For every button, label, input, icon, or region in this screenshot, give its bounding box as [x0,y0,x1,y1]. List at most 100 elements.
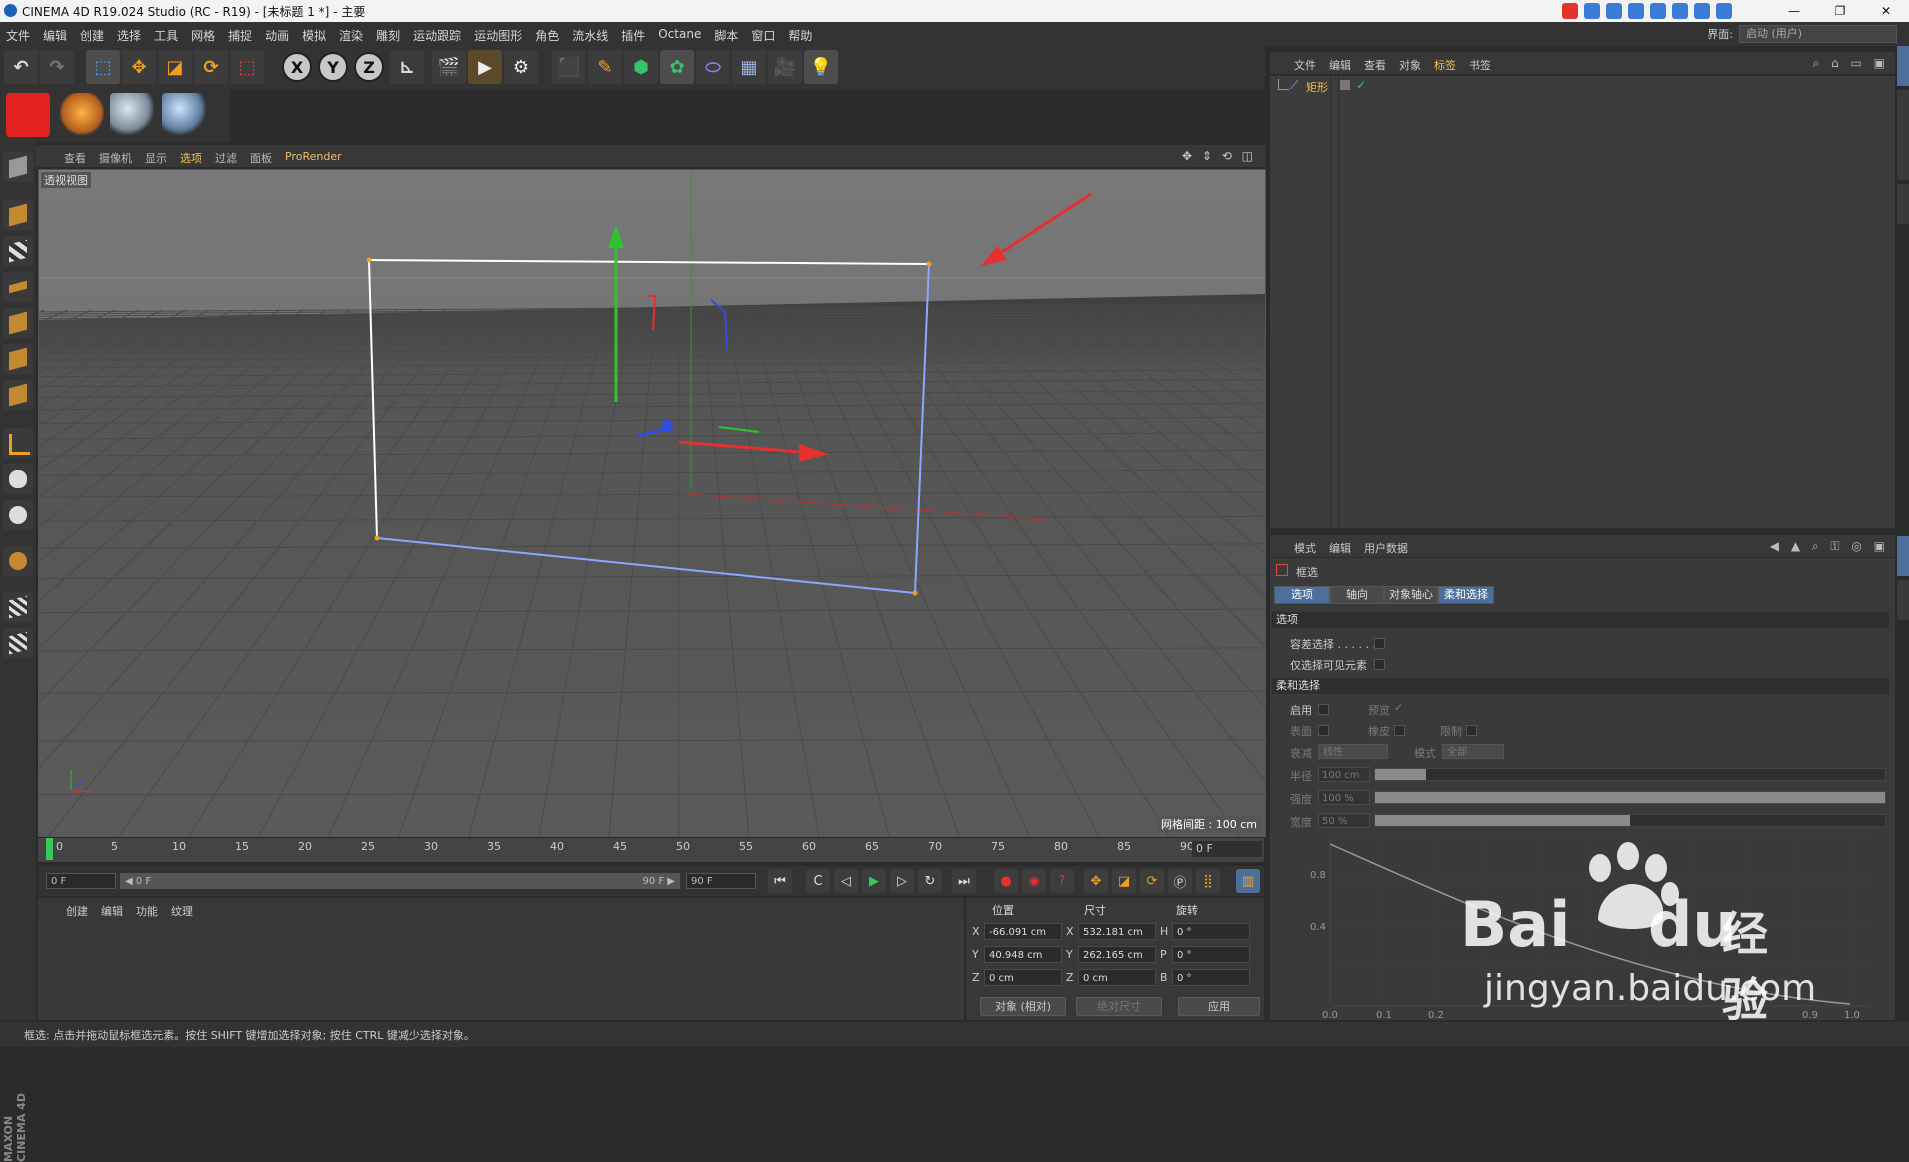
minimize-button[interactable]: — [1771,0,1817,22]
ime-mode-icon[interactable] [1584,3,1600,19]
render-settings-icon[interactable]: ⚙ [504,50,538,84]
menu-motion-tracking[interactable]: 运动跟踪 [413,27,461,44]
render-picture-viewer-icon[interactable]: ▶ [468,50,502,84]
keyframe-selection-icon[interactable]: ? [1050,869,1074,893]
attr-menu-mode[interactable]: 模式 [1294,540,1316,556]
width-field[interactable]: 50 % [1318,813,1370,828]
material-menu-function[interactable]: 功能 [136,903,158,919]
x-axis-lock-button[interactable]: X [282,52,312,82]
restrict-checkbox[interactable] [1466,725,1477,736]
record-active-objects-icon[interactable]: ● [994,869,1018,893]
menu-simulate[interactable]: 模拟 [302,27,326,44]
tab-soft-selection[interactable]: 柔和选择 [1438,586,1494,604]
edges-mode-icon[interactable] [3,344,33,374]
enable-checkbox[interactable] [1318,704,1329,715]
menu-select[interactable]: 选择 [117,27,141,44]
timeline-playhead[interactable] [46,838,53,860]
object-manager-header-icons[interactable]: ⌕ ⌂ ▭ ▣ [1813,56,1889,71]
coordinate-mode-select[interactable]: 对象 (相对) [980,997,1066,1016]
object-manager-list[interactable]: ⟋ 矩形 ✓ [1270,76,1895,528]
size-z-field[interactable]: 0 cm [1078,969,1156,986]
undo-icon[interactable]: ↶ [4,50,38,84]
strength-slider[interactable] [1374,791,1886,804]
locked-workplane-icon[interactable] [3,592,33,622]
points-mode-icon[interactable] [3,308,33,338]
menu-mesh[interactable]: 网格 [191,27,215,44]
side-tab-layers[interactable] [1897,580,1909,620]
octane-material-icon[interactable] [60,93,104,137]
key-parameter-icon[interactable]: Ⓟ [1168,869,1192,893]
viewport-menu-view[interactable]: 查看 [64,150,86,166]
axis-mode-icon[interactable] [3,428,33,458]
menu-render[interactable]: 渲染 [339,27,363,44]
menu-octane[interactable]: Octane [658,27,701,44]
go-to-end-icon[interactable]: ⏭ [952,869,976,893]
light-icon[interactable]: 💡 [804,50,838,84]
tab-object-axis[interactable]: 对象轴心 [1384,586,1438,604]
layout-select[interactable]: 启动 (用户) [1739,25,1897,43]
apply-button[interactable]: 应用 [1178,997,1260,1016]
tweak-mode-icon[interactable] [3,464,33,494]
menu-mograph[interactable]: 运动图形 [474,27,522,44]
floor-icon[interactable]: ▦ [732,50,766,84]
position-x-field[interactable]: -66.091 cm [984,923,1062,940]
rubber-checkbox[interactable] [1394,725,1405,736]
object-menu-objects[interactable]: 对象 [1399,57,1421,73]
polygons-mode-icon[interactable] [3,380,33,410]
go-to-start-icon[interactable]: ⏮ [768,869,792,893]
cube-object-icon[interactable]: ⬛ [552,50,586,84]
preview-checkbox[interactable]: ✓ [1394,701,1403,714]
size-x-field[interactable]: 532.181 cm [1078,923,1156,940]
side-tab-structure[interactable] [1897,184,1909,224]
menu-pipeline[interactable]: 流水线 [572,27,608,44]
move-tool-icon[interactable]: ✥ [122,50,156,84]
make-editable-icon[interactable] [3,152,33,182]
viewport-menu-camera[interactable]: 摄像机 [99,150,132,166]
side-tab-objects[interactable] [1897,46,1909,86]
keyboard-icon[interactable] [1672,3,1688,19]
redo-icon[interactable]: ↷ [40,50,74,84]
tab-axis[interactable]: 轴向 [1330,586,1384,604]
attr-menu-edit[interactable]: 编辑 [1329,540,1351,556]
object-menu-tags[interactable]: 标签 [1434,57,1456,73]
menu-tools[interactable]: 工具 [154,27,178,44]
emoji-icon[interactable] [1628,3,1644,19]
radius-slider[interactable] [1374,768,1886,781]
key-position-icon[interactable]: ✥ [1084,869,1108,893]
strength-field[interactable]: 100 % [1318,790,1370,805]
rotation-b-field[interactable]: 0 ° [1172,969,1250,986]
visibility-dots-icon[interactable] [1340,80,1350,90]
frame-range-slider[interactable]: ◀ 0 F 90 F ▶ [120,873,680,889]
cloner-icon[interactable]: ✿ [660,50,694,84]
coordinate-system-icon[interactable]: ⊾ [390,50,424,84]
model-mode-icon[interactable] [3,200,33,230]
mic-icon[interactable] [1650,3,1666,19]
viewport-menu-filter[interactable]: 过滤 [215,150,237,166]
menu-help[interactable]: 帮助 [788,27,812,44]
deformer-icon[interactable]: ⬭ [696,50,730,84]
object-menu-edit[interactable]: 编辑 [1329,57,1351,73]
previous-key-icon[interactable]: C [806,869,830,893]
width-slider[interactable] [1374,814,1886,827]
visible-only-checkbox[interactable] [1374,659,1385,670]
rotation-h-field[interactable]: 0 ° [1172,923,1250,940]
ime-punct-icon[interactable] [1606,3,1622,19]
surface-checkbox[interactable] [1318,725,1329,736]
timeline-window-icon[interactable]: ▥ [1236,869,1260,893]
position-y-field[interactable]: 40.948 cm [984,946,1062,963]
next-key-icon[interactable]: ↻ [918,869,942,893]
texture-mode-icon[interactable] [3,236,33,266]
object-menu-view[interactable]: 查看 [1364,57,1386,73]
skin-icon[interactable] [1694,3,1710,19]
menu-script[interactable]: 脚本 [714,27,738,44]
tab-options[interactable]: 选项 [1274,586,1330,604]
timeline-ruler[interactable]: 0 5 10 15 20 25 30 35 40 45 50 55 60 65 … [38,838,1264,862]
rotate-tool-icon[interactable]: ⟳ [194,50,228,84]
octane-glossy-material-icon[interactable] [162,93,206,137]
perspective-viewport[interactable]: 透视视图 网格间距 : 100 cm [38,169,1266,837]
viewport-menu-options[interactable]: 选项 [180,150,202,166]
z-axis-lock-button[interactable]: Z [354,52,384,82]
key-rotation-icon[interactable]: ⟳ [1140,869,1164,893]
object-menu-bookmarks[interactable]: 书签 [1469,57,1491,73]
recent-tool-icon[interactable]: ⬚ [230,50,264,84]
